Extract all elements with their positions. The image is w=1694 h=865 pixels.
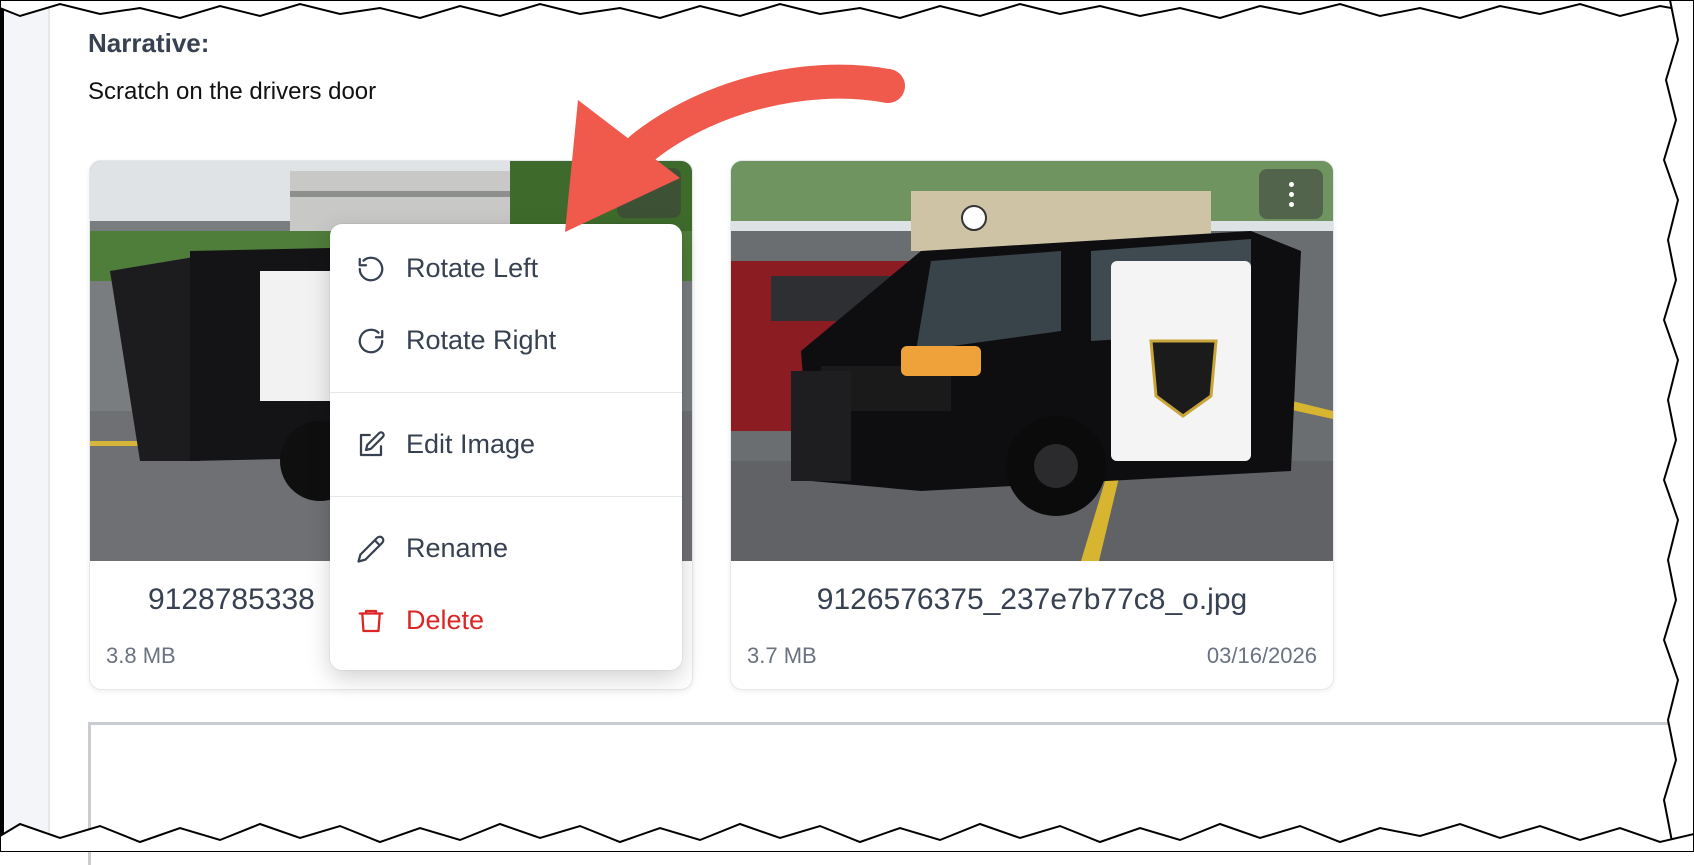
more-options-button-1[interactable] <box>617 168 681 218</box>
kebab-dot <box>1288 181 1294 187</box>
menu-item-rename[interactable]: Rename <box>330 516 682 580</box>
menu-item-label: Rename <box>406 532 509 563</box>
left-gutter <box>4 0 50 852</box>
attachment-file-size-2: 3.7 MB <box>747 643 817 668</box>
attachment-file-size-1: 3.8 MB <box>106 643 176 668</box>
narrative-label: Narrative: <box>88 28 210 58</box>
menu-item-delete[interactable]: Delete <box>330 588 682 652</box>
more-options-button-2[interactable] <box>1259 169 1323 219</box>
edit-icon <box>359 431 385 457</box>
torn-edge-bottom <box>0 822 1694 852</box>
menu-item-rotate-right[interactable]: Rotate Right <box>330 308 682 372</box>
attachment-file-name-2: 9126576375_237e7b77c8_o.jpg <box>816 583 1248 616</box>
pencil-icon <box>357 535 385 563</box>
kebab-dot <box>1288 191 1294 197</box>
menu-item-rotate-left[interactable]: Rotate Left <box>330 236 682 300</box>
trash-icon <box>358 609 384 633</box>
narrative-text: Scratch on the drivers door <box>88 78 377 105</box>
rotate-left-icon <box>358 256 384 282</box>
attachment-file-date-2: 03/16/2026 <box>1206 643 1317 668</box>
menu-item-label: Edit Image <box>406 428 536 459</box>
attachment-thumbnail-2[interactable] <box>731 161 1333 561</box>
menu-divider <box>330 496 682 497</box>
attachment-card-2[interactable]: 9126576375_237e7b77c8_o.jpg 3.7 MB 03/16… <box>730 160 1334 690</box>
kebab-dot <box>1288 201 1294 207</box>
menu-item-label: Rotate Left <box>406 252 539 283</box>
torn-edge-right <box>1662 0 1694 852</box>
menu-divider <box>330 392 682 393</box>
menu-item-label: Rotate Right <box>406 324 557 355</box>
torn-edge-top <box>0 0 1694 20</box>
menu-item-label: Delete <box>406 604 485 635</box>
menu-item-edit-image[interactable]: Edit Image <box>330 412 682 476</box>
rotate-right-icon <box>358 328 384 354</box>
context-menu: Rotate Left Rotate Right Edit Image Rena… <box>330 224 682 670</box>
